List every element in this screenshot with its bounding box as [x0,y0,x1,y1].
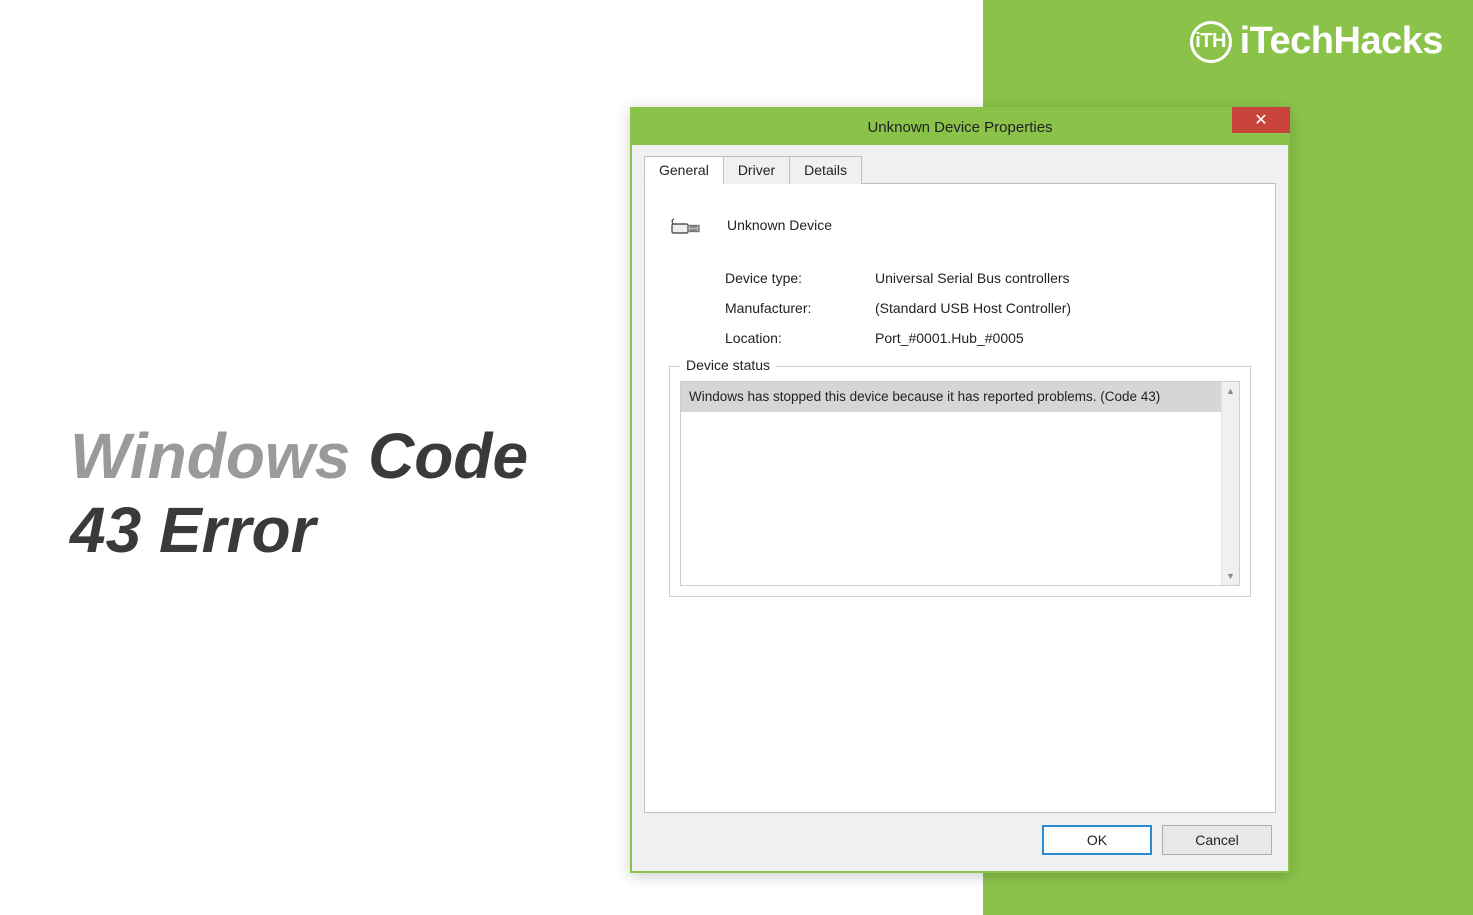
dialog-client-area: General Driver Details [632,145,1288,871]
property-value: Universal Serial Bus controllers [875,270,1251,286]
property-value: Port_#0001.Hub_#0005 [875,330,1251,346]
device-name-label: Unknown Device [727,217,832,233]
device-status-text: Windows has stopped this device because … [681,382,1239,412]
property-row-manufacturer: Manufacturer: (Standard USB Host Control… [725,300,1251,316]
property-value: (Standard USB Host Controller) [875,300,1251,316]
scrollbar[interactable]: ▲ ▼ [1221,382,1239,585]
brand-logo-text: iTechHacks [1240,20,1443,63]
usb-device-icon [669,204,711,246]
cancel-button[interactable]: Cancel [1162,825,1272,855]
tab-strip: General Driver Details [644,156,1276,184]
property-row-location: Location: Port_#0001.Hub_#0005 [725,330,1251,346]
close-icon: ✕ [1254,110,1267,130]
tab-driver[interactable]: Driver [723,156,790,184]
headline-word-1: Windows [70,420,350,492]
dialog-button-row: OK Cancel [644,813,1276,859]
tab-details[interactable]: Details [789,156,862,184]
property-label: Manufacturer: [725,300,875,316]
device-header: Unknown Device [669,204,1251,246]
property-label: Device type: [725,270,875,286]
dialog-titlebar[interactable]: Unknown Device Properties ✕ [632,109,1288,145]
property-label: Location: [725,330,875,346]
dialog-title: Unknown Device Properties [867,119,1052,136]
scroll-down-icon[interactable]: ▼ [1222,567,1239,585]
headline-word-2: Code [350,420,528,492]
headline-line-2: 43 Error [70,494,528,568]
brand-logo: iTH iTechHacks [1190,20,1443,63]
brand-badge-icon: iTH [1190,21,1232,63]
device-status-legend: Device status [680,357,776,373]
device-status-textbox[interactable]: Windows has stopped this device because … [680,381,1240,586]
ok-button[interactable]: OK [1042,825,1152,855]
property-row-device-type: Device type: Universal Serial Bus contro… [725,270,1251,286]
device-status-group: Device status Windows has stopped this d… [669,366,1251,597]
tab-panel-general: Unknown Device Device type: Universal Se… [644,183,1276,813]
properties-dialog: Unknown Device Properties ✕ General Driv… [630,107,1290,873]
scroll-up-icon[interactable]: ▲ [1222,382,1239,400]
tab-general[interactable]: General [644,156,724,184]
close-button[interactable]: ✕ [1232,107,1290,133]
page-headline: Windows Code 43 Error [70,420,528,567]
